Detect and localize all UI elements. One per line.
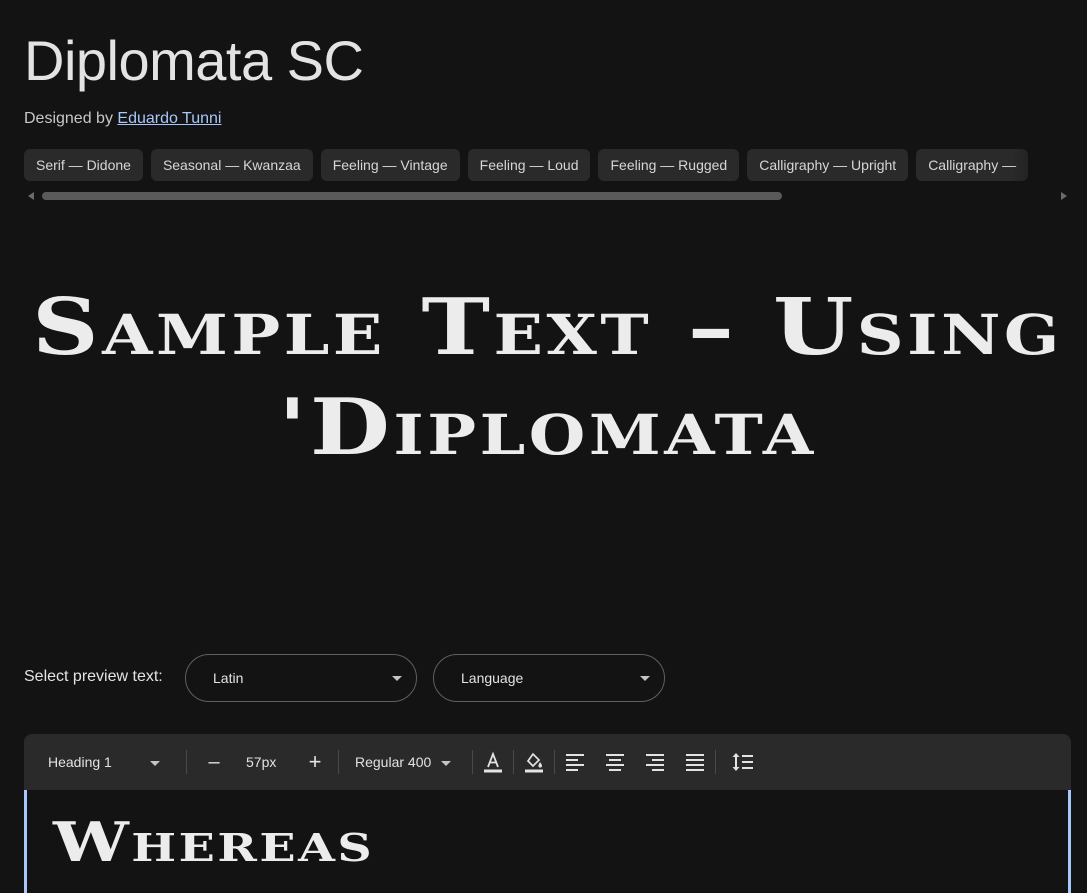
chevron-down-icon	[441, 760, 452, 766]
tag-feeling-vintage[interactable]: Feeling — Vintage	[320, 149, 460, 181]
weight-dropdown-value: Regular 400	[355, 754, 432, 770]
weight-dropdown[interactable]: Regular 400	[355, 734, 452, 790]
toolbar-divider	[715, 750, 716, 774]
chevron-down-icon	[149, 760, 160, 766]
editor-preview-text[interactable]: Whereas	[53, 812, 374, 872]
script-select-value: Latin	[213, 670, 244, 686]
align-left-icon[interactable]	[563, 750, 587, 774]
toolbar-divider	[186, 750, 187, 774]
tag-calligraphy-upright[interactable]: Calligraphy — Upright	[747, 149, 909, 181]
decrease-size-button[interactable]: –	[202, 734, 226, 790]
chevron-down-icon	[640, 676, 650, 681]
script-select[interactable]: Latin	[185, 654, 417, 702]
tag-serif-didone[interactable]: Serif — Didone	[24, 149, 143, 181]
language-select-value: Language	[461, 670, 524, 686]
align-justify-icon[interactable]	[683, 750, 707, 774]
style-dropdown-value: Heading 1	[48, 754, 112, 770]
tag-feeling-rugged[interactable]: Feeling — Rugged	[598, 149, 740, 181]
tag-seasonal-kwanzaa[interactable]: Seasonal — Kwanzaa	[150, 149, 313, 181]
increase-size-button[interactable]: +	[303, 734, 327, 790]
align-right-icon[interactable]	[643, 750, 667, 774]
font-title: Diplomata SC	[24, 29, 364, 92]
editor-toolbar: Heading 1 – 57px + Regular 400	[24, 734, 1071, 790]
scroll-thumb[interactable]	[42, 192, 782, 200]
scroll-left-arrow-icon[interactable]	[28, 192, 34, 200]
designer-line: Designed by Eduardo Tunni	[24, 110, 221, 128]
tag-feeling-loud[interactable]: Feeling — Loud	[467, 149, 591, 181]
toolbar-divider	[338, 750, 339, 774]
toolbar-divider	[554, 750, 555, 774]
tag-list: Serif — Didone Seasonal — Kwanzaa Feelin…	[24, 149, 1071, 181]
sample-text-preview: Sample Text – Using 'Diplomata	[32, 282, 1063, 473]
tag-fade	[1011, 149, 1071, 181]
chevron-down-icon	[392, 676, 402, 681]
font-size-value[interactable]: 57px	[246, 734, 276, 790]
text-color-icon[interactable]	[481, 750, 505, 774]
tag-scrollbar[interactable]	[24, 190, 1071, 202]
highlight-color-icon[interactable]	[522, 750, 546, 774]
designed-by-label: Designed by	[24, 110, 113, 127]
preview-text-label: Select preview text:	[24, 668, 163, 685]
designer-link[interactable]: Eduardo Tunni	[117, 110, 221, 127]
toolbar-divider	[472, 750, 473, 774]
style-dropdown[interactable]: Heading 1	[48, 734, 188, 790]
language-select[interactable]: Language	[433, 654, 665, 702]
line-height-icon[interactable]	[731, 750, 755, 774]
align-center-icon[interactable]	[603, 750, 627, 774]
preview-editor[interactable]: Whereas	[24, 790, 1071, 893]
scroll-right-arrow-icon[interactable]	[1061, 192, 1067, 200]
toolbar-divider	[513, 750, 514, 774]
